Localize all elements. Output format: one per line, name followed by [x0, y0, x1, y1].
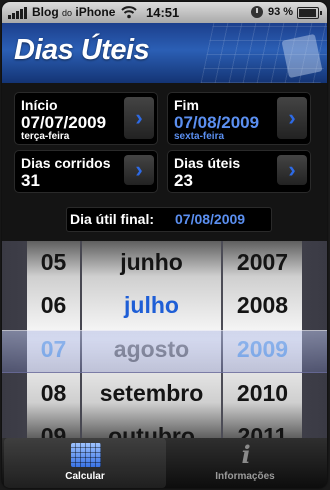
- carrier-name: Blog do iPhone: [32, 5, 116, 19]
- year-option[interactable]: 2010: [223, 372, 302, 415]
- day-option[interactable]: 08: [27, 372, 80, 415]
- tab-informacoes[interactable]: i Informações: [164, 438, 326, 488]
- signal-icon: [8, 6, 32, 19]
- year-option[interactable]: 2008: [223, 284, 302, 327]
- calendar-days-label: Dias corridos: [21, 155, 111, 171]
- day-option[interactable]: 05: [27, 241, 80, 284]
- calendar-icon: [71, 443, 101, 467]
- battery-percent: 93 %: [268, 6, 294, 18]
- end-date-card[interactable]: Fim 07/08/2009 sexta-feira ›: [167, 92, 311, 145]
- month-option[interactable]: setembro: [82, 372, 221, 415]
- start-date-card[interactable]: Início 07/07/2009 terça-feira ›: [14, 92, 158, 145]
- final-business-day: Dia útil final: 07/08/2009: [66, 207, 272, 232]
- year-option[interactable]: 2007: [223, 241, 302, 284]
- phone-screen: Blog do iPhone 14:51 93 % Dias Úteis Iní…: [2, 2, 327, 488]
- end-date-label: Fim: [174, 97, 199, 113]
- chevron-right-icon[interactable]: ›: [277, 155, 307, 185]
- battery-icon: [297, 7, 322, 19]
- business-days-label: Dias úteis: [174, 155, 241, 171]
- app-header: Dias Úteis: [2, 23, 327, 83]
- tab-informacoes-label: Informações: [215, 471, 275, 482]
- start-date-value: 07/07/2009: [21, 113, 107, 132]
- tab-calcular-label: Calcular: [65, 471, 105, 482]
- month-option[interactable]: julho: [82, 284, 221, 327]
- date-picker[interactable]: 05 06 07 08 09 junho julho agosto setemb…: [2, 241, 327, 438]
- business-days-card[interactable]: Dias úteis 23 ›: [167, 150, 311, 193]
- tab-bar: Calcular i Informações: [2, 438, 327, 488]
- year-option[interactable]: 2011: [223, 415, 302, 438]
- app-title: Dias Úteis: [14, 34, 150, 66]
- day-option[interactable]: 09: [27, 415, 80, 438]
- calendar-days-value: 31: [21, 171, 40, 190]
- final-business-day-value: 07/08/2009: [175, 211, 246, 227]
- final-business-day-label: Dia útil final:: [70, 211, 154, 227]
- chevron-right-icon[interactable]: ›: [277, 97, 307, 139]
- tab-calcular[interactable]: Calcular: [4, 438, 166, 488]
- calendar-days-card[interactable]: Dias corridos 31 ›: [14, 150, 158, 193]
- info-icon: i: [241, 440, 251, 469]
- chevron-right-icon[interactable]: ›: [124, 155, 154, 185]
- end-date-value: 07/08/2009: [174, 113, 260, 132]
- chevron-right-icon[interactable]: ›: [124, 97, 154, 139]
- alarm-icon: [251, 6, 263, 18]
- end-weekday: sexta-feira: [174, 131, 225, 142]
- picker-selection-bar: [2, 330, 327, 373]
- start-date-label: Início: [21, 97, 58, 113]
- day-option[interactable]: 06: [27, 284, 80, 327]
- status-bar: Blog do iPhone 14:51 93 %: [2, 2, 327, 23]
- start-weekday: terça-feira: [21, 131, 70, 142]
- month-option[interactable]: junho: [82, 241, 221, 284]
- month-option[interactable]: outubro: [82, 415, 221, 438]
- wifi-icon: [121, 6, 137, 19]
- business-days-value: 23: [174, 171, 193, 190]
- clock: 14:51: [146, 5, 180, 20]
